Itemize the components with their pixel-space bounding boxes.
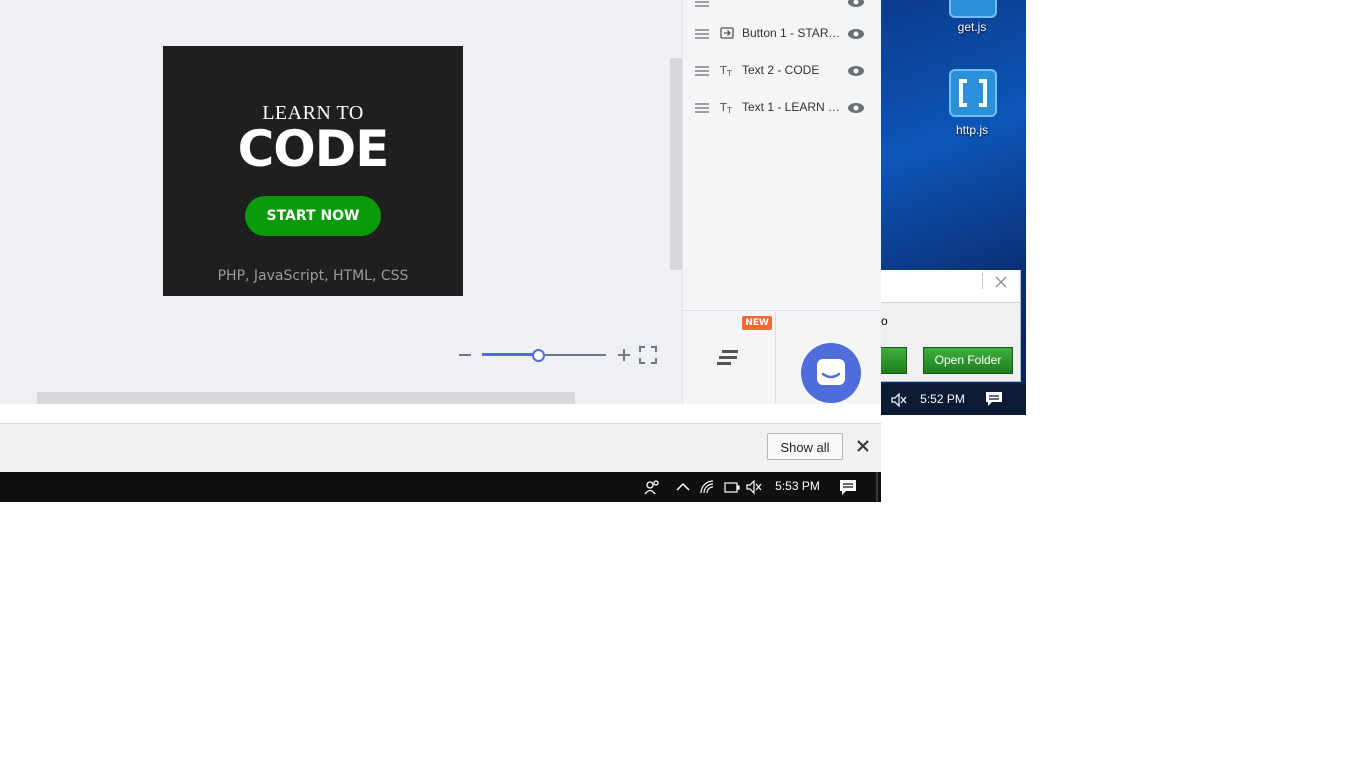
visibility-eye-icon[interactable] [847, 101, 865, 115]
js-file-icon[interactable] [949, 69, 997, 117]
zoom-out-icon[interactable] [456, 345, 474, 363]
visibility-eye-icon[interactable] [847, 0, 865, 9]
action-center-icon[interactable] [838, 478, 858, 496]
layer-label: Text 2 - CODE [742, 63, 820, 77]
chat-support-button[interactable] [801, 343, 861, 403]
panel-divider [683, 310, 881, 311]
svg-text:T: T [720, 101, 727, 114]
dialog-message: o [881, 314, 888, 328]
chevron-up-icon[interactable] [674, 478, 692, 496]
drag-handle-icon[interactable] [695, 103, 709, 114]
taskbar-clock[interactable]: 5:53 PM [770, 479, 825, 493]
new-badge: NEW [742, 316, 772, 330]
show-desktop-button[interactable] [876, 472, 878, 502]
fullscreen-icon[interactable] [639, 346, 657, 364]
layer-label: Button 1 - START NOW [742, 26, 842, 40]
align-icon[interactable] [716, 349, 742, 367]
svg-text:T: T [720, 64, 727, 77]
svg-text:T: T [726, 69, 732, 77]
layer-row[interactable]: TT Text 2 - CODE [683, 57, 882, 87]
dialog-separator [982, 273, 983, 289]
zoom-slider-fill [482, 353, 538, 356]
desktop-icon-label[interactable]: get.js [937, 20, 1007, 34]
layer-row[interactable]: TT Text 1 - LEARN TO [683, 94, 882, 124]
ad-banner-preview[interactable]: LEARN TO CODE START NOW PHP, JavaScript,… [163, 46, 463, 296]
people-icon[interactable] [643, 478, 661, 496]
drag-handle-icon[interactable] [695, 66, 709, 77]
svg-text:T: T [726, 106, 732, 114]
dialog-open-button[interactable] [881, 347, 907, 374]
drag-handle-icon[interactable] [695, 0, 709, 8]
action-center-icon [985, 391, 1003, 407]
layer-row[interactable]: Button 1 - START NOW [683, 20, 882, 50]
chat-icon [817, 359, 845, 385]
visibility-eye-icon[interactable] [847, 64, 865, 78]
banner-subtitle[interactable]: PHP, JavaScript, HTML, CSS [163, 268, 463, 284]
wifi-icon[interactable] [699, 478, 717, 496]
zoom-slider-thumb[interactable] [532, 349, 545, 362]
show-all-button[interactable]: Show all [767, 433, 843, 460]
banner-start-now-button[interactable]: START NOW [245, 196, 381, 236]
download-bar [0, 423, 881, 473]
panel-divider [775, 311, 776, 404]
banner-text-code[interactable]: CODE [163, 120, 463, 178]
text-layer-icon: TT [719, 63, 736, 79]
volume-muted-icon[interactable] [745, 478, 763, 496]
text-layer-icon: TT [719, 100, 736, 116]
battery-icon[interactable] [722, 478, 740, 496]
volume-muted-icon [890, 392, 908, 408]
button-layer-icon [720, 26, 736, 42]
js-file-icon[interactable] [949, 0, 997, 18]
close-icon[interactable] [855, 438, 871, 454]
drag-handle-icon[interactable] [695, 29, 709, 40]
horizontal-scrollbar[interactable] [37, 392, 575, 404]
open-folder-button[interactable]: Open Folder [923, 347, 1013, 374]
desktop-icon-label[interactable]: http.js [937, 123, 1007, 137]
zoom-in-icon[interactable] [615, 345, 633, 363]
close-icon[interactable] [992, 274, 1010, 290]
visibility-eye-icon[interactable] [847, 27, 865, 41]
layer-label: Text 1 - LEARN TO [742, 100, 842, 114]
layer-row-partial[interactable] [683, 0, 882, 18]
vertical-scrollbar[interactable] [670, 58, 682, 270]
background-taskbar-clock: 5:52 PM [920, 392, 965, 406]
